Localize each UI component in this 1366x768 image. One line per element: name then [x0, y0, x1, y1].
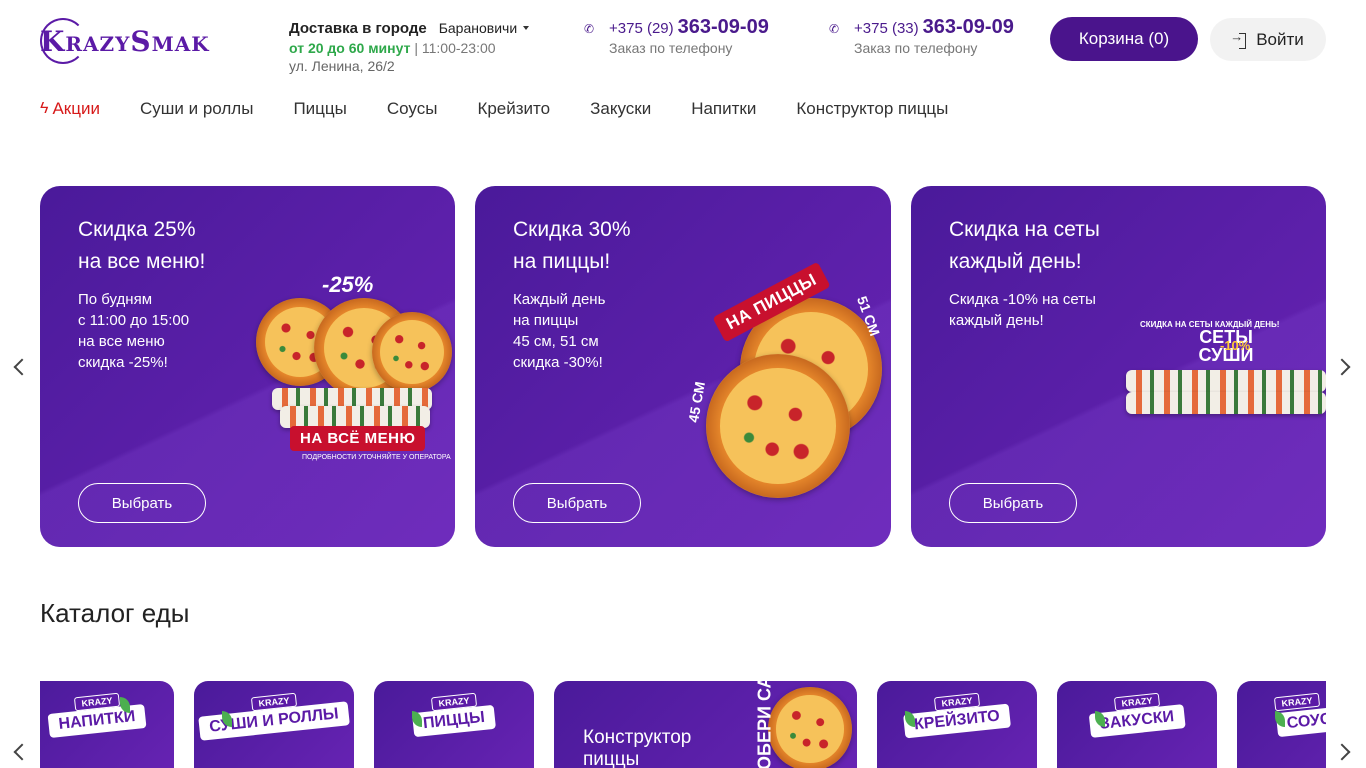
delivery-info: Доставка в городе Барановичи от 20 до 60… — [289, 18, 559, 76]
select-button[interactable]: Выбрать — [513, 483, 641, 523]
phone-prefix: +375 (29) — [609, 20, 674, 37]
caret-down-icon — [523, 26, 530, 30]
art-title: СОБЕРИ САМ — [754, 681, 775, 768]
nav-item-kreizito[interactable]: Крейзито — [477, 99, 550, 119]
select-button[interactable]: Выбрать — [949, 483, 1077, 523]
nav-item-label: Акции — [52, 99, 100, 118]
promo-banner[interactable]: Скидка 25% на все меню! По будням с 11:0… — [40, 186, 455, 547]
login-button[interactable]: Войти — [1210, 18, 1326, 61]
address: ул. Ленина, 26/2 — [289, 58, 395, 74]
logo-ring — [40, 18, 86, 64]
nav-item-pizza[interactable]: Пиццы — [293, 99, 346, 119]
catalog-card-tag: КРЕЙЗИТО — [903, 703, 1011, 739]
catalog-card-kreizito[interactable]: KRAZY КРЕЙЗИТО — [877, 681, 1037, 768]
catalog-card-pizza[interactable]: KRAZY ПИЦЦЫ — [374, 681, 534, 768]
catalog-title: Каталог еды — [40, 598, 190, 628]
cart-button[interactable]: Корзина (0) — [1050, 17, 1198, 61]
catalog-next-icon[interactable] — [1333, 743, 1351, 761]
pizza-image — [706, 354, 850, 498]
catalog-card-sushi[interactable]: KRAZY СУШИ И РОЛЛЫ — [194, 681, 354, 768]
delivery-time: от 20 до 60 минут — [289, 40, 411, 56]
nav-item-sushi[interactable]: Суши и роллы — [140, 99, 253, 119]
size-label: 45 СМ — [685, 380, 708, 424]
catalog-carousel: KRAZY НАПИТКИ KRAZY СУШИ И РОЛЛЫ KRAZY П… — [40, 681, 1326, 768]
phone-block-2[interactable]: ✆ +375 (33) 363-09-09 Заказ по телефону — [829, 16, 1014, 58]
promo-banner[interactable]: Скидка на сеты каждый день! Скидка -10% … — [911, 186, 1326, 547]
phone-number[interactable]: 363-09-09 — [678, 16, 769, 39]
catalog-card-snacks[interactable]: KRAZY ЗАКУСКИ — [1057, 681, 1217, 768]
working-hours: | 11:00-23:00 — [414, 40, 496, 56]
logo[interactable]: KrazySmak — [40, 18, 210, 64]
select-button[interactable]: Выбрать — [78, 483, 206, 523]
nav-item-sauces[interactable]: Соусы — [387, 99, 438, 119]
lightning-icon: ϟ — [40, 100, 49, 117]
nav-item-snacks[interactable]: Закуски — [590, 99, 651, 119]
banner-title: Скидка на сеты каждый день! — [949, 218, 1100, 273]
delivery-label: Доставка в городе — [289, 19, 427, 37]
login-label: Войти — [1256, 29, 1304, 49]
phone-number[interactable]: 363-09-09 — [923, 16, 1014, 39]
sushi-image — [1126, 370, 1326, 392]
phone-block-1[interactable]: ✆ +375 (29) 363-09-09 Заказ по телефону — [584, 16, 769, 58]
city-name: Барановичи — [438, 20, 518, 36]
banner-title: Скидка 30% на пиццы! — [513, 218, 631, 273]
catalog-card-tag: НАПИТКИ — [47, 703, 147, 739]
banner-image: НА ПИЦЦЫ 51 СМ 45 СМ — [685, 261, 890, 522]
banner-text: По будням с 11:00 до 15:00 на все меню с… — [78, 291, 190, 371]
main-nav: ϟ Акции Суши и роллы Пиццы Соусы Крейзит… — [40, 98, 988, 120]
phone-prefix: +375 (33) — [854, 20, 919, 37]
catalog-card-tag: ПИЦЦЫ — [411, 704, 497, 738]
carousel-next-icon[interactable] — [1333, 358, 1351, 376]
nav-item-pizza-builder[interactable]: Конструктор пиццы — [796, 99, 948, 119]
promo-banner[interactable]: Скидка 30% на пиццы! Каждый день на пицц… — [475, 186, 891, 547]
catalog-card-sauces[interactable]: KRAZY СОУСЫ — [1237, 681, 1326, 768]
city-selector[interactable]: Барановичи — [438, 20, 530, 36]
phone-icon: ✆ — [829, 22, 840, 36]
nav-item-drinks[interactable]: Напитки — [691, 99, 756, 119]
phone-icon: ✆ — [584, 22, 595, 36]
login-icon — [1230, 29, 1247, 49]
art-tag: НА ВСЁ МЕНЮ — [290, 426, 426, 451]
catalog-card-label: Конструктор пиццы — [583, 727, 692, 768]
catalog-card-drinks[interactable]: KRAZY НАПИТКИ — [40, 681, 174, 768]
promo-carousel: Скидка 25% на все меню! По будням с 11:0… — [40, 186, 1326, 547]
discount-badge: -10% — [1220, 338, 1251, 353]
banner-text: Каждый день на пиццы 45 см, 51 см скидка… — [513, 291, 606, 371]
catalog-card-pizza-builder[interactable]: Конструктор пиццы СОБЕРИ САМ — [554, 681, 857, 768]
phone-subtitle: Заказ по телефону — [609, 40, 733, 56]
sushi-image — [1126, 392, 1326, 414]
pizza-image — [768, 687, 852, 768]
phone-subtitle: Заказ по телефону — [854, 40, 978, 56]
pizza-image — [372, 312, 452, 392]
art-note: ПОДРОБНОСТИ УТОЧНЯЙТЕ У ОПЕРАТОРА — [302, 454, 451, 461]
nav-item-promo[interactable]: ϟ Акции — [40, 99, 100, 119]
banner-text: Скидка -10% на сеты каждый день! — [949, 291, 1096, 329]
carousel-prev-icon[interactable] — [13, 358, 31, 376]
banner-title: Скидка 25% на все меню! — [78, 218, 206, 273]
banner-image: -25% НА ВСЁ МЕНЮ ПОДРОБНОСТИ УТОЧНЯЙТЕ У… — [252, 272, 452, 468]
sushi-image — [280, 406, 430, 428]
discount-badge: -25% — [322, 272, 374, 297]
catalog-prev-icon[interactable] — [13, 743, 31, 761]
banner-image: СКИДКА НА СЕТЫ КАЖДЫЙ ДЕНЬ! СЕТЫ СУШИ -1… — [1126, 318, 1326, 418]
